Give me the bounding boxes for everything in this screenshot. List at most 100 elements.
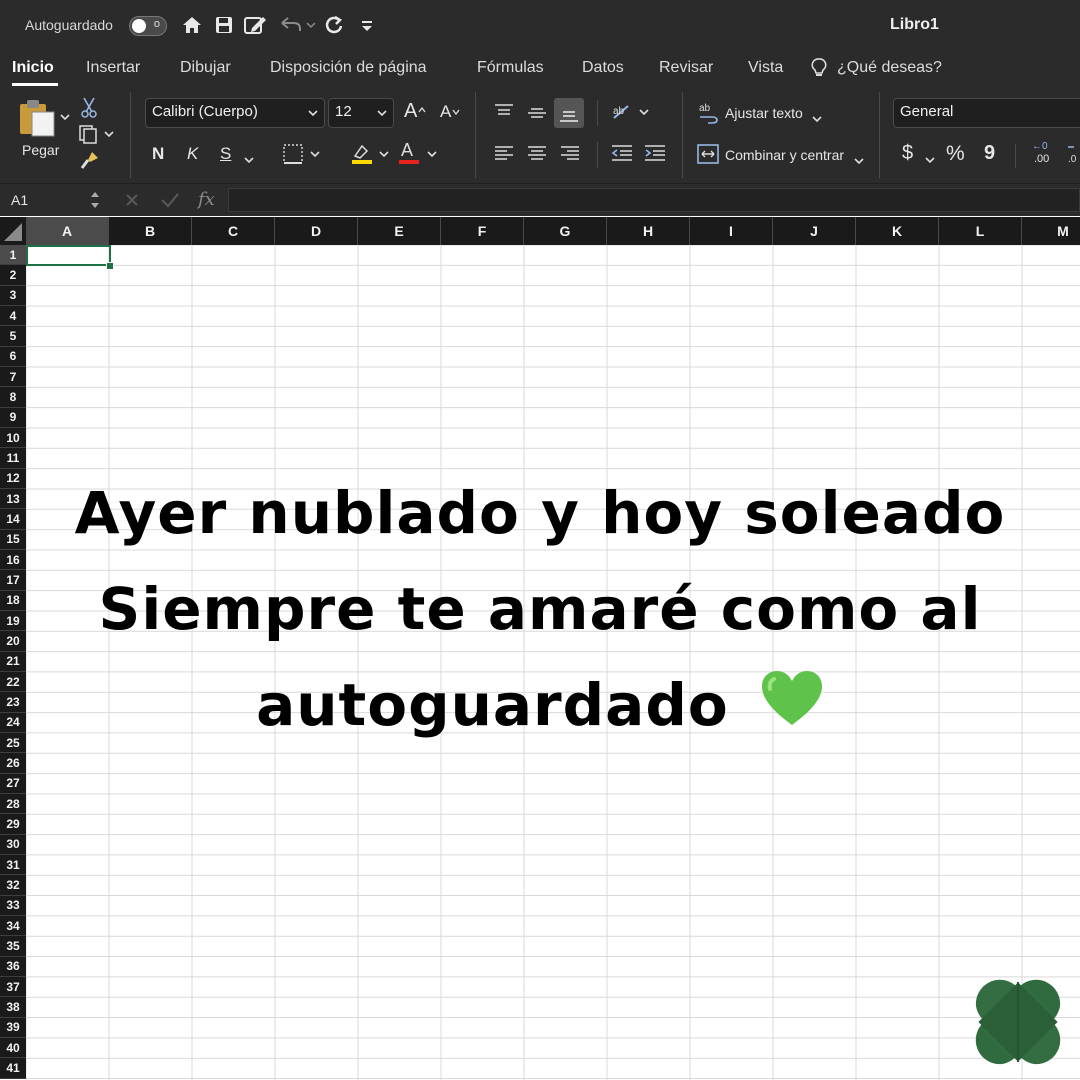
row-header-5[interactable]: 5 (0, 326, 26, 347)
font-size-dropdown[interactable]: 12 (328, 98, 394, 128)
row-header-23[interactable]: 23 (0, 692, 26, 713)
tab-datos[interactable]: Datos (582, 59, 624, 77)
column-header-c[interactable]: C (192, 217, 275, 245)
align-center-icon[interactable] (526, 144, 548, 167)
tell-me-search[interactable]: ¿Qué deseas? (837, 59, 942, 77)
row-header-7[interactable]: 7 (0, 366, 26, 388)
row-header-41[interactable]: 41 (0, 1058, 26, 1079)
select-all-corner[interactable] (0, 217, 26, 245)
autosave-toggle[interactable]: o (129, 16, 167, 36)
column-header-d[interactable]: D (275, 217, 358, 245)
row-header-31[interactable]: 31 (0, 854, 26, 876)
row-header-24[interactable]: 24 (0, 712, 26, 733)
row-header-12[interactable]: 12 (0, 468, 26, 489)
row-header-2[interactable]: 2 (0, 265, 26, 286)
merge-center-button[interactable]: Combinar y centrar (725, 147, 844, 163)
row-header-8[interactable]: 8 (0, 387, 26, 408)
row-header-6[interactable]: 6 (0, 346, 26, 367)
column-header-g[interactable]: G (524, 217, 607, 245)
row-header-16[interactable]: 16 (0, 549, 26, 571)
column-header-a[interactable]: A (26, 217, 109, 245)
row-header-18[interactable]: 18 (0, 590, 26, 611)
row-header-39[interactable]: 39 (0, 1017, 26, 1038)
row-header-9[interactable]: 9 (0, 407, 26, 428)
column-header-k[interactable]: K (856, 217, 939, 245)
customize-toolbar-icon[interactable] (358, 11, 376, 39)
column-header-l[interactable]: L (939, 217, 1022, 245)
decrease-font-size-button[interactable]: A (440, 102, 451, 122)
align-middle-icon[interactable] (526, 104, 548, 127)
name-box-stepper-icon[interactable] (88, 189, 102, 211)
undo-icon[interactable] (276, 11, 316, 39)
increase-font-size-button[interactable]: A (404, 100, 417, 123)
edit-icon[interactable] (242, 11, 268, 39)
increase-decimal-button[interactable]: .00 (1034, 153, 1049, 165)
align-bottom-icon[interactable] (554, 98, 584, 128)
row-header-32[interactable]: 32 (0, 875, 26, 896)
row-header-13[interactable]: 13 (0, 488, 26, 510)
row-header-38[interactable]: 38 (0, 997, 26, 1018)
column-header-f[interactable]: F (441, 217, 524, 245)
wrap-text-icon[interactable]: ab (698, 102, 720, 129)
formula-input[interactable] (228, 188, 1080, 212)
row-header-10[interactable]: 10 (0, 427, 26, 449)
decrease-indent-icon[interactable] (610, 144, 634, 167)
comma-style-button[interactable]: 9 (984, 142, 995, 165)
column-header-e[interactable]: E (358, 217, 441, 245)
currency-chevron-icon[interactable] (925, 151, 935, 169)
tab-insertar[interactable]: Insertar (86, 59, 140, 77)
copy-icon[interactable] (78, 124, 114, 149)
tab-dibujar[interactable]: Dibujar (180, 59, 231, 77)
currency-button[interactable]: $ (902, 142, 913, 165)
underline-chevron-icon[interactable] (244, 151, 254, 169)
row-header-36[interactable]: 36 (0, 956, 26, 977)
row-header-3[interactable]: 3 (0, 285, 26, 306)
font-color-icon[interactable]: A (398, 140, 440, 171)
row-header-35[interactable]: 35 (0, 936, 26, 957)
column-header-i[interactable]: I (690, 217, 773, 245)
paste-icon[interactable] (18, 98, 58, 143)
row-header-27[interactable]: 27 (0, 773, 26, 794)
row-header-40[interactable]: 40 (0, 1037, 26, 1059)
row-header-17[interactable]: 17 (0, 570, 26, 591)
row-header-37[interactable]: 37 (0, 976, 26, 998)
redo-icon[interactable] (322, 11, 346, 39)
row-header-30[interactable]: 30 (0, 834, 26, 855)
column-header-h[interactable]: H (607, 217, 690, 245)
selected-cell-a1[interactable] (26, 245, 111, 266)
row-header-34[interactable]: 34 (0, 915, 26, 937)
row-header-4[interactable]: 4 (0, 305, 26, 327)
enter-checkmark-icon[interactable] (160, 192, 180, 213)
row-header-33[interactable]: 33 (0, 895, 26, 916)
row-header-11[interactable]: 11 (0, 448, 26, 469)
orientation-icon[interactable]: ab (610, 102, 652, 129)
decrease-decimal-icon[interactable]: .0 (1066, 142, 1080, 171)
row-header-21[interactable]: 21 (0, 651, 26, 672)
home-icon[interactable] (180, 11, 204, 39)
row-header-25[interactable]: 25 (0, 732, 26, 754)
wrap-text-chevron-icon[interactable] (812, 110, 822, 128)
format-painter-icon[interactable] (80, 150, 100, 175)
highlight-color-icon[interactable] (350, 142, 392, 171)
row-header-28[interactable]: 28 (0, 793, 26, 815)
underline-button[interactable]: S (220, 144, 231, 164)
merge-center-chevron-icon[interactable] (854, 152, 864, 170)
cancel-icon[interactable] (124, 192, 140, 213)
row-header-26[interactable]: 26 (0, 753, 26, 774)
paste-chevron-down-icon[interactable] (60, 108, 70, 126)
column-header-b[interactable]: B (109, 217, 192, 245)
increase-indent-icon[interactable] (643, 144, 667, 167)
align-top-icon[interactable] (493, 102, 515, 125)
borders-icon[interactable] (282, 143, 322, 170)
cut-icon[interactable] (80, 96, 98, 123)
wrap-text-button[interactable]: Ajustar texto (725, 105, 803, 121)
row-header-29[interactable]: 29 (0, 814, 26, 835)
insert-function-button[interactable]: fx (198, 189, 215, 210)
number-format-dropdown[interactable]: General (893, 98, 1080, 128)
row-header-14[interactable]: 14 (0, 509, 26, 530)
column-header-j[interactable]: J (773, 217, 856, 245)
name-box[interactable]: A1 (0, 184, 108, 216)
tab-disposicion[interactable]: Disposición de página (270, 59, 427, 77)
tab-inicio[interactable]: Inicio (12, 59, 54, 77)
tab-formulas[interactable]: Fórmulas (477, 59, 544, 77)
